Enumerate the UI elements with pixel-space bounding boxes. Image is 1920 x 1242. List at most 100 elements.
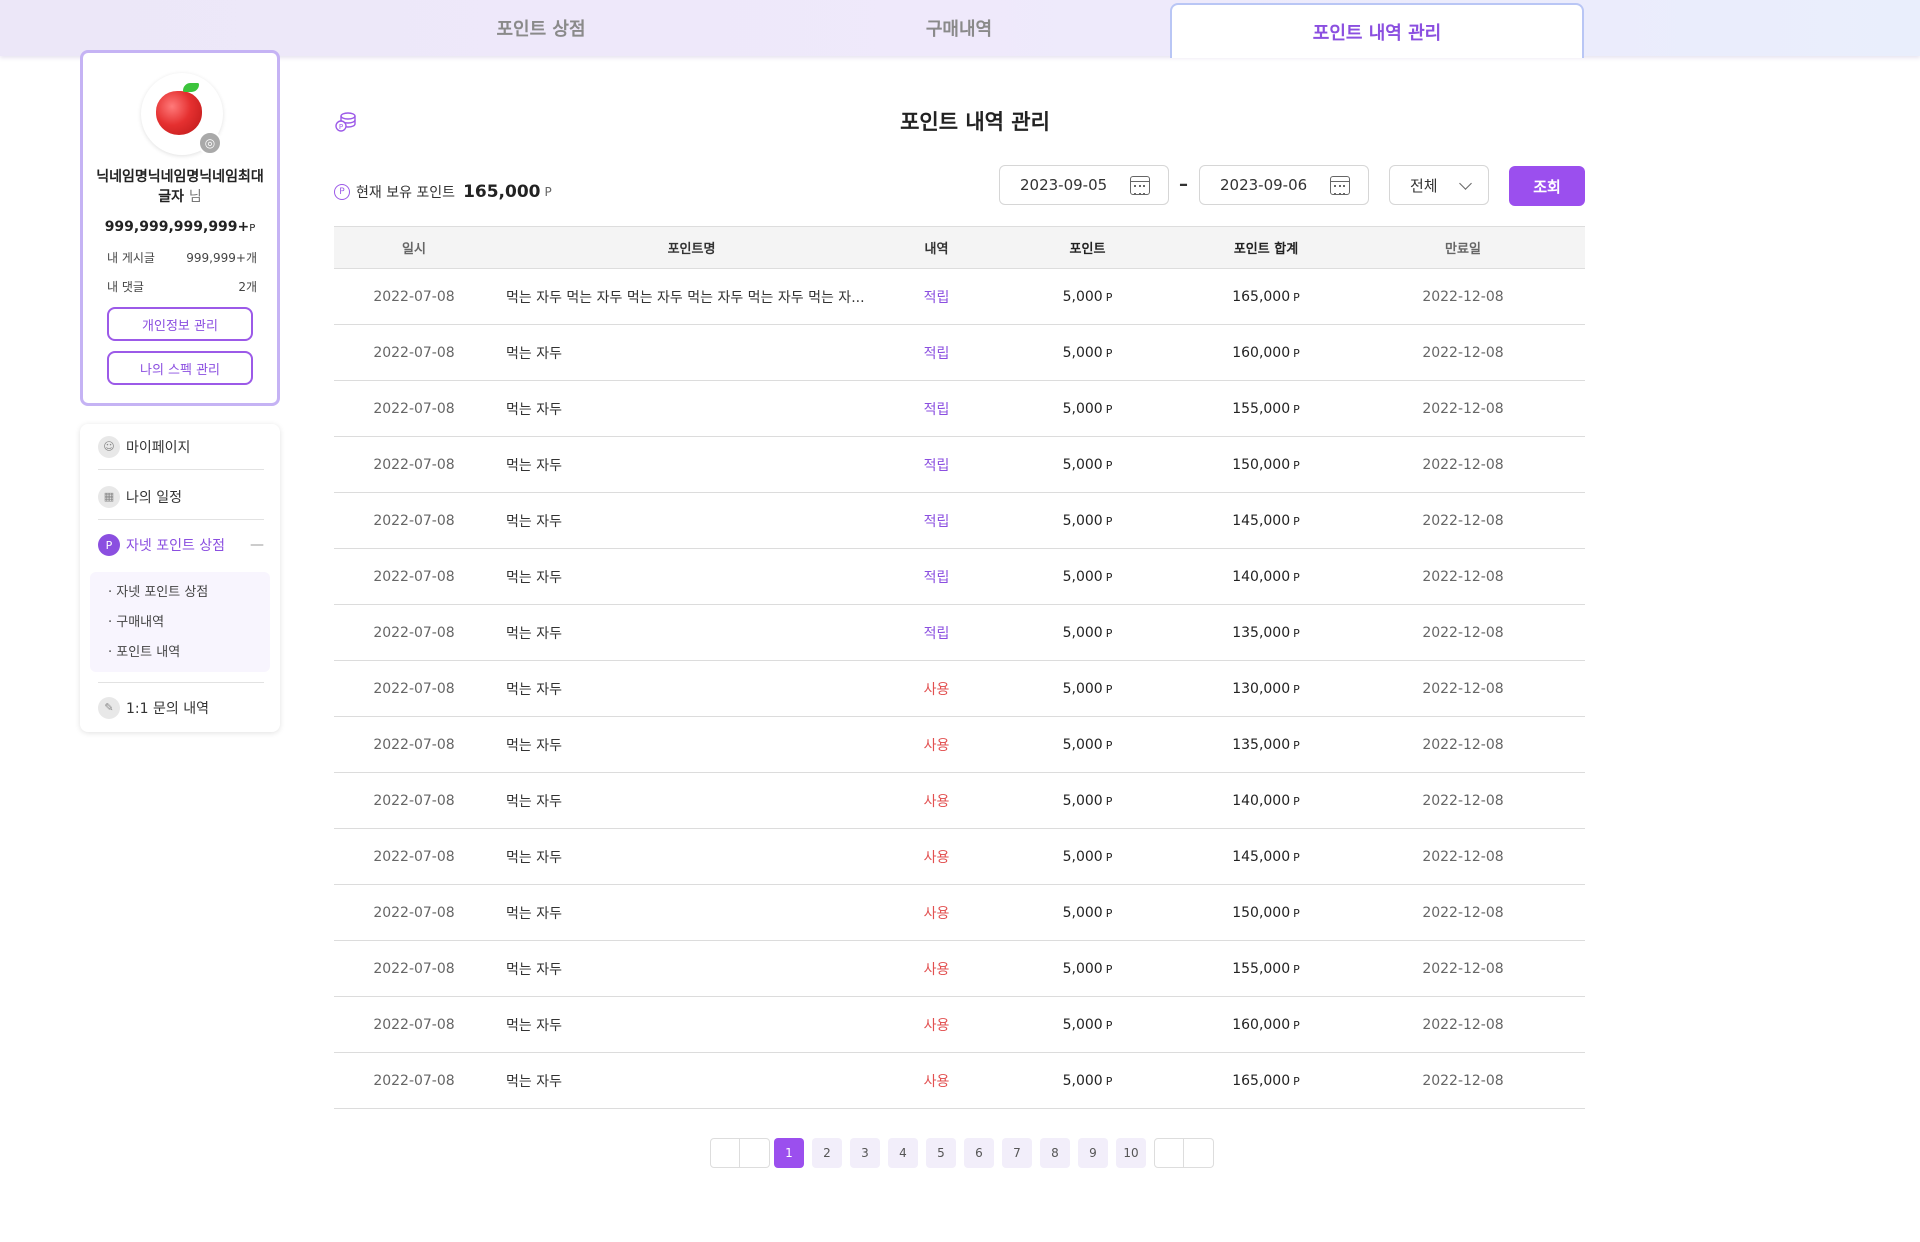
cell-expire: 2022-12-08 [1422, 400, 1504, 417]
cell-type: 사용 [923, 1017, 950, 1034]
page-number-button[interactable]: 9 [1078, 1138, 1108, 1168]
cell-name: 먹는 자두 [506, 1073, 562, 1090]
cell-date: 2022-07-08 [373, 624, 455, 641]
calendar-icon[interactable] [1130, 176, 1150, 195]
cell-total: 160,000 P [1191, 1017, 1341, 1033]
last-page-button[interactable] [1184, 1138, 1214, 1168]
table-row[interactable]: 2022-07-08 먹는 자두 적립 5,000 P 135,000 P 2022-12-0… [334, 605, 1585, 661]
table-row[interactable]: 2022-07-08 먹는 자두 사용 5,000 P 130,000 P 2022-12-0… [334, 661, 1585, 717]
pagination: 1 2 3 4 5 6 7 8 9 10 [710, 1138, 1214, 1168]
cell-point-unit: P [1105, 682, 1113, 696]
table-row[interactable]: 2022-07-08 먹는 자두 사용 5,000 P 150,000 P 2022-12-0… [334, 885, 1585, 941]
cell-type: 사용 [923, 961, 950, 978]
cell-total-value: 165,000 [1232, 1072, 1291, 1089]
profile-manage-button[interactable]: 개인정보 관리 [107, 307, 253, 341]
cell-total-value: 160,000 [1232, 344, 1291, 361]
posts-stat: 내 게시글 999,999+개 [107, 249, 257, 266]
search-button[interactable]: 조회 [1509, 166, 1585, 206]
page-number-button[interactable]: 2 [812, 1138, 842, 1168]
end-date-field[interactable]: 2023-09-06 [1199, 165, 1369, 205]
side-menu: ☺ 마이페이지 ▦ 나의 일정 P 자넷 포인트 상점 — · 자넷 포인트 상… [80, 424, 280, 732]
table-row[interactable]: 2022-07-08 먹는 자두 사용 5,000 P 145,000 P 2022-12-0… [334, 829, 1585, 885]
cell-type: 적립 [923, 345, 950, 362]
spec-manage-button[interactable]: 나의 스펙 관리 [107, 351, 253, 385]
submenu-item-purchase-history[interactable]: · 구매내역 [90, 608, 270, 638]
cell-total-unit: P [1293, 906, 1300, 920]
cell-date: 2022-07-08 [373, 344, 455, 361]
table-row[interactable]: 2022-07-08 먹는 자두 적립 5,000 P 145,000 P 2022-12-0… [334, 493, 1585, 549]
page-number-button[interactable]: 5 [926, 1138, 956, 1168]
page-number-button[interactable]: 10 [1116, 1138, 1146, 1168]
table-row[interactable]: 2022-07-08 먹는 자두 사용 5,000 P 135,000 P 2022-12-0… [334, 717, 1585, 773]
cell-date: 2022-07-08 [373, 568, 455, 585]
cell-total-unit: P [1293, 738, 1300, 752]
cell-expire: 2022-12-08 [1422, 512, 1504, 529]
cell-type: 사용 [923, 681, 950, 698]
header-expire: 만료일 [1445, 242, 1481, 257]
sidebar-item-schedule[interactable]: ▦ 나의 일정 [98, 474, 264, 520]
profile-points-value: 999,999,999,999+ [104, 219, 250, 235]
cell-expire: 2022-12-08 [1422, 848, 1504, 865]
table-row[interactable]: 2022-07-08 먹는 자두 사용 5,000 P 140,000 P 2022-12-0… [334, 773, 1585, 829]
cell-type: 사용 [923, 1073, 950, 1090]
avatar[interactable]: ◎ [141, 73, 223, 155]
page-number-button[interactable]: 1 [774, 1138, 804, 1168]
submenu-item-point-history[interactable]: · 포인트 내역 [90, 638, 270, 668]
cell-point: 5,000 P [984, 905, 1191, 921]
tab-purchase-history[interactable]: 구매내역 [752, 0, 1166, 56]
sidebar-item-inquiry[interactable]: ✎ 1:1 문의 내역 [98, 682, 264, 732]
prev-page-button[interactable] [740, 1138, 770, 1168]
sidebar-item-mypage[interactable]: ☺ 마이페이지 [98, 424, 264, 470]
table-row[interactable]: 2022-07-08 먹는 자두 적립 5,000 P 140,000 P 2022-12-0… [334, 549, 1585, 605]
page-numbers: 1 2 3 4 5 6 7 8 9 10 [774, 1138, 1154, 1168]
submenu-item-point-shop[interactable]: · 자넷 포인트 상점 [90, 578, 270, 608]
cell-point-unit: P [1105, 570, 1113, 584]
submenu: · 자넷 포인트 상점 · 구매내역 · 포인트 내역 [90, 572, 270, 672]
cell-point: 5,000 P [984, 625, 1191, 641]
cell-date: 2022-07-08 [373, 792, 455, 809]
cell-point: 5,000 P [984, 737, 1191, 753]
table-row[interactable]: 2022-07-08 먹는 자두 사용 5,000 P 155,000 P 2022-12-0… [334, 941, 1585, 997]
page-number-button[interactable]: 6 [964, 1138, 994, 1168]
cell-point-value: 5,000 [1062, 680, 1103, 697]
cell-total-value: 165,000 [1232, 288, 1291, 305]
cell-name: 먹는 자두 [506, 569, 562, 586]
header-point: 포인트 [1069, 242, 1106, 257]
sidebar-item-point-shop[interactable]: P 자넷 포인트 상점 — [98, 522, 264, 568]
cell-name: 먹는 자두 [506, 401, 562, 418]
cell-point-value: 5,000 [1062, 1072, 1103, 1089]
sidebar-item-label: 마이페이지 [126, 439, 191, 456]
table-row[interactable]: 2022-07-08 먹는 자두 먹는 자두 먹는 자두 먹는 자두 먹는 자두 … [334, 269, 1585, 325]
sidebar-item-label: 자넷 포인트 상점 [126, 538, 226, 554]
comments-label: 내 댓글 [107, 280, 144, 294]
tab-point-shop[interactable]: 포인트 상점 [336, 0, 746, 56]
cell-date: 2022-07-08 [373, 400, 455, 417]
camera-icon[interactable]: ◎ [198, 131, 222, 155]
cell-date: 2022-07-08 [373, 1016, 455, 1033]
type-filter-select[interactable]: 전체 [1389, 165, 1489, 205]
start-date-field[interactable]: 2023-09-05 [999, 165, 1169, 205]
calendar-icon[interactable] [1330, 176, 1350, 195]
page-number-button[interactable]: 7 [1002, 1138, 1032, 1168]
cell-total-value: 155,000 [1232, 960, 1291, 977]
cell-point-value: 5,000 [1062, 456, 1103, 473]
page-number-button[interactable]: 8 [1040, 1138, 1070, 1168]
table-row[interactable]: 2022-07-08 먹는 자두 적립 5,000 P 160,000 P 2022-12-0… [334, 325, 1585, 381]
collapse-icon[interactable]: — [250, 537, 264, 553]
cell-name: 먹는 자두 [506, 345, 562, 362]
type-filter-value: 전체 [1410, 176, 1438, 195]
first-page-button[interactable] [710, 1138, 740, 1168]
page-number-button[interactable]: 3 [850, 1138, 880, 1168]
date-separator: – [1179, 174, 1188, 195]
table-row[interactable]: 2022-07-08 먹는 자두 사용 5,000 P 160,000 P 2022-12-0… [334, 997, 1585, 1053]
table-row[interactable]: 2022-07-08 먹는 자두 사용 5,000 P 165,000 P 2022-12-0… [334, 1053, 1585, 1109]
cell-name: 먹는 자두 [506, 625, 562, 642]
table-row[interactable]: 2022-07-08 먹는 자두 적립 5,000 P 155,000 P 2022-12-0… [334, 381, 1585, 437]
cell-date: 2022-07-08 [373, 456, 455, 473]
table-row[interactable]: 2022-07-08 먹는 자두 적립 5,000 P 150,000 P 2022-12-0… [334, 437, 1585, 493]
cell-total-unit: P [1293, 962, 1300, 976]
tab-point-history[interactable]: 포인트 내역 관리 [1170, 3, 1584, 58]
cell-name: 먹는 자두 [506, 793, 562, 810]
page-number-button[interactable]: 4 [888, 1138, 918, 1168]
next-page-button[interactable] [1154, 1138, 1184, 1168]
